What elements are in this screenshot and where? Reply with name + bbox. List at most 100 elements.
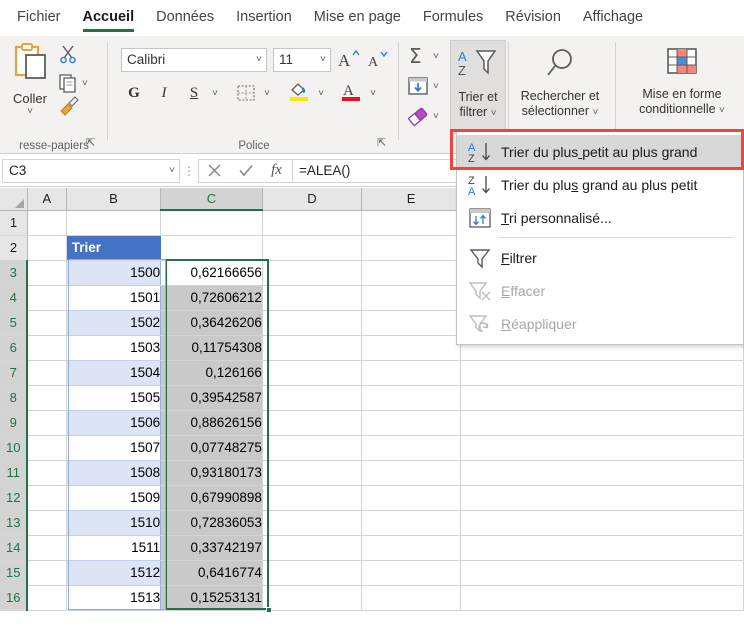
cell-c8[interactable]: 0,39542587 <box>160 385 263 411</box>
cell-b14[interactable]: 1511 <box>66 535 162 561</box>
row-header-8[interactable]: 8 <box>0 385 29 411</box>
fill-button[interactable]: ˅ <box>406 72 452 100</box>
menu-item-trier-du-plus-petit-au-plus-grand[interactable]: A Z Trier du plus petit au plus grand <box>457 135 743 168</box>
cell-e9[interactable] <box>361 410 462 436</box>
cell-b12[interactable]: 1509 <box>66 485 162 511</box>
row-header-2[interactable]: 2 <box>0 235 28 261</box>
cell-c5[interactable]: 0,36426206 <box>160 310 263 336</box>
cell-e13[interactable] <box>361 510 462 536</box>
cell-e7[interactable] <box>361 360 462 386</box>
paste-button[interactable]: Coller ˅ <box>4 42 56 126</box>
formula-bar-grip[interactable]: ⋮ <box>180 164 198 178</box>
cell-d7[interactable] <box>262 360 363 386</box>
cell-e14[interactable] <box>361 535 462 561</box>
tab-donnees[interactable]: Données <box>145 3 225 33</box>
cell-f10[interactable] <box>460 435 744 461</box>
cell-d4[interactable] <box>262 285 363 311</box>
chevron-down-icon[interactable]: ˅ <box>82 78 88 89</box>
cell-b7[interactable]: 1504 <box>66 360 162 386</box>
cancel-x-icon[interactable] <box>199 160 230 182</box>
column-header-b[interactable]: B <box>66 188 162 211</box>
chevron-down-icon[interactable]: ˅ <box>256 54 262 65</box>
cell-c10[interactable]: 0,07748275 <box>160 435 263 461</box>
cell-f7[interactable] <box>460 360 744 386</box>
cell-a1[interactable] <box>27 210 67 236</box>
cell-a10[interactable] <box>27 435 67 461</box>
cell-c15[interactable]: 0,6416774 <box>160 560 263 586</box>
row-header-10[interactable]: 10 <box>0 435 29 461</box>
cell-b6[interactable]: 1503 <box>66 335 162 361</box>
row-header-9[interactable]: 9 <box>0 410 29 436</box>
row-header-1[interactable]: 1 <box>0 210 28 236</box>
insert-function-icon[interactable]: fx <box>261 160 292 182</box>
chevron-down-icon[interactable]: ˅ <box>433 111 439 122</box>
cell-b13[interactable]: 1510 <box>66 510 162 536</box>
cell-c14[interactable]: 0,33742197 <box>160 535 263 561</box>
font-size-combo[interactable]: 11 ˅ <box>273 48 331 72</box>
copy-button[interactable]: ˅ <box>58 70 92 96</box>
cell-d5[interactable] <box>262 310 363 336</box>
tab-affichage[interactable]: Affichage <box>572 3 654 33</box>
select-all-corner[interactable] <box>0 188 28 211</box>
cell-a5[interactable] <box>27 310 67 336</box>
cell-b4[interactable]: 1501 <box>66 285 162 311</box>
cut-button[interactable] <box>58 44 92 70</box>
row-header-5[interactable]: 5 <box>0 310 29 336</box>
cell-c3[interactable]: 0,62166656 <box>160 260 263 286</box>
font-color-button[interactable]: A <box>337 78 365 104</box>
name-box[interactable]: C3 ˅ <box>2 158 180 183</box>
decrease-font-size-button[interactable]: A <box>365 46 391 72</box>
borders-options-button[interactable]: ˅ <box>259 80 275 106</box>
cell-d12[interactable] <box>262 485 363 511</box>
cell-e8[interactable] <box>361 385 462 411</box>
cell-b9[interactable]: 1506 <box>66 410 162 436</box>
cell-e15[interactable] <box>361 560 462 586</box>
tab-mise-en-page[interactable]: Mise en page <box>303 3 412 33</box>
cell-d3[interactable] <box>262 260 363 286</box>
cell-a12[interactable] <box>27 485 67 511</box>
cell-d15[interactable] <box>262 560 363 586</box>
cell-a9[interactable] <box>27 410 67 436</box>
cell-d14[interactable] <box>262 535 363 561</box>
cell-e12[interactable] <box>361 485 462 511</box>
tab-revision[interactable]: Révision <box>494 3 572 33</box>
cell-a4[interactable] <box>27 285 67 311</box>
confirm-check-icon[interactable] <box>230 160 261 182</box>
fill-color-options-button[interactable]: ˅ <box>313 80 329 106</box>
tab-insertion[interactable]: Insertion <box>225 3 303 33</box>
menu-item-filtrer[interactable]: Filtrer <box>457 241 743 274</box>
sort-filter-button[interactable]: A Z Trier et filtrer ˅ <box>450 40 506 134</box>
cell-b5[interactable]: 1502 <box>66 310 162 336</box>
row-header-14[interactable]: 14 <box>0 535 29 561</box>
autosum-button[interactable]: Σ ˅ <box>406 42 452 70</box>
cell-c7[interactable]: 0,126166 <box>160 360 263 386</box>
cell-b8[interactable]: 1505 <box>66 385 162 411</box>
chevron-down-icon[interactable]: ˅ <box>169 165 175 176</box>
cell-a2[interactable] <box>27 235 67 261</box>
cell-e1[interactable] <box>361 210 462 236</box>
cell-d2[interactable] <box>262 235 363 261</box>
cell-e16[interactable] <box>361 585 462 611</box>
row-header-12[interactable]: 12 <box>0 485 29 511</box>
cell-c2[interactable] <box>160 235 263 261</box>
increase-font-size-button[interactable]: A <box>337 46 363 72</box>
row-header-15[interactable]: 15 <box>0 560 29 586</box>
cell-a15[interactable] <box>27 560 67 586</box>
find-select-button[interactable]: Rechercher et sélectionner ˅ <box>510 40 610 134</box>
cell-f11[interactable] <box>460 460 744 486</box>
cell-c11[interactable]: 0,93180173 <box>160 460 263 486</box>
row-header-11[interactable]: 11 <box>0 460 29 486</box>
cell-d11[interactable] <box>262 460 363 486</box>
cell-b1[interactable] <box>66 210 162 236</box>
column-header-d[interactable]: D <box>262 188 363 211</box>
fill-color-button[interactable] <box>285 78 313 104</box>
cell-a14[interactable] <box>27 535 67 561</box>
menu-item-tri-personnalis[interactable]: Tri personnalisé... <box>457 201 743 234</box>
chevron-down-icon[interactable]: ˅ <box>27 106 33 117</box>
font-color-options-button[interactable]: ˅ <box>365 80 381 106</box>
underline-options-button[interactable]: ˅ <box>207 80 223 106</box>
cell-d1[interactable] <box>262 210 363 236</box>
cell-c6[interactable]: 0,11754308 <box>160 335 263 361</box>
underline-button[interactable]: S <box>181 80 207 106</box>
cell-a13[interactable] <box>27 510 67 536</box>
